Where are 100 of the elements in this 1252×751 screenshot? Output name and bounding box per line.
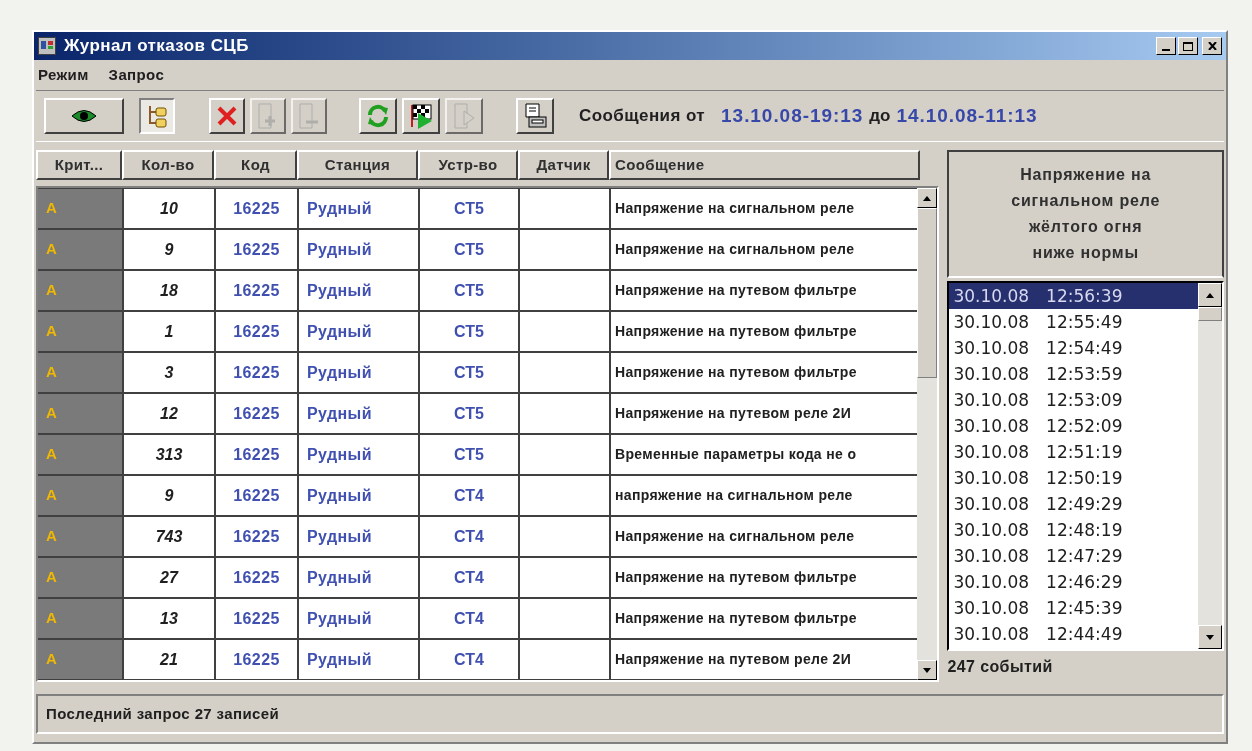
table-cell: СТ5 [420, 230, 518, 269]
event-list-item[interactable]: 30.10.08 12:47:29 [949, 543, 1198, 569]
table-cell: 16225 [216, 189, 297, 228]
event-list-item[interactable]: 30.10.08 12:53:59 [949, 361, 1198, 387]
table-cell: 313 [124, 435, 214, 474]
table-cell: Напряжение на сигнальном реле [611, 517, 918, 556]
table-cell: СТ5 [420, 353, 518, 392]
date-from: 13.10.08-19:13 [721, 103, 864, 128]
table-cell: Рудный [299, 189, 418, 228]
criticality-cell: A [38, 312, 122, 351]
event-list-item[interactable]: 30.10.08 12:44:49 [949, 621, 1198, 647]
table-cell: Напряжение на путевом реле 2И [611, 640, 918, 679]
checkered-flag-play-icon [408, 103, 434, 129]
criticality-cell: A [38, 476, 122, 515]
table-cell: Напряжение на путевом фильтре [611, 599, 918, 638]
column-header[interactable]: Код [214, 150, 297, 180]
scroll-thumb[interactable] [1198, 307, 1222, 321]
cross-icon [216, 105, 238, 127]
column-header[interactable]: Станция [297, 150, 418, 180]
table-cell: 16225 [216, 558, 297, 597]
table-cell: Рудный [299, 394, 418, 433]
table-cell: СТ4 [420, 640, 518, 679]
down-arrow-icon [923, 667, 932, 673]
up-arrow-icon [1206, 292, 1214, 298]
table-cell: 18 [124, 271, 214, 310]
table-cell: 3 [124, 353, 214, 392]
status-text: Последний запрос 27 записей [46, 703, 279, 724]
menu-item[interactable]: Режим [38, 63, 89, 87]
table-cell: 16225 [216, 599, 297, 638]
event-list-item[interactable]: 30.10.08 12:50:19 [949, 465, 1198, 491]
table-cell: 16225 [216, 394, 297, 433]
scrollbar[interactable] [917, 188, 938, 680]
maximize-icon [1183, 41, 1193, 51]
table-cell: 16225 [216, 312, 297, 351]
event-list-item[interactable]: 30.10.08 12:55:49 [949, 309, 1198, 335]
scrollbar[interactable] [1198, 283, 1222, 649]
table-cell: 16225 [216, 476, 297, 515]
table-cell: 13 [124, 599, 214, 638]
close-icon [1207, 42, 1217, 50]
close-button[interactable] [1202, 37, 1222, 55]
event-list-item[interactable]: 30.10.08 12:51:19 [949, 439, 1198, 465]
table-cell: 16225 [216, 435, 297, 474]
range-separator: до [869, 105, 891, 128]
event-list-item[interactable]: 30.10.08 12:52:09 [949, 413, 1198, 439]
down-arrow-icon [1206, 634, 1214, 640]
table-cell: СТ4 [420, 476, 518, 515]
column-header[interactable]: Кол-во [122, 150, 214, 180]
event-list-item[interactable]: 30.10.08 12:54:49 [949, 335, 1198, 361]
table-cell: СТ5 [420, 271, 518, 310]
criticality-cell: A [38, 517, 122, 556]
column-header[interactable]: Датчик [518, 150, 609, 180]
scroll-down-button[interactable] [917, 660, 938, 680]
criticality-cell: A [38, 230, 122, 269]
date-to: 14.10.08-11:13 [896, 103, 1038, 128]
scroll-thumb[interactable] [917, 208, 938, 378]
scroll-down-button[interactable] [1198, 625, 1222, 649]
minimize-icon [1162, 49, 1170, 51]
table-cell: СТ4 [420, 599, 518, 638]
event-list-item[interactable]: 30.10.08 12:53:09 [949, 387, 1198, 413]
scroll-up-button[interactable] [1198, 283, 1222, 307]
eye-icon [71, 109, 97, 123]
refresh-icon [366, 104, 390, 128]
table-cell: Рудный [299, 517, 418, 556]
up-arrow-icon [923, 195, 932, 201]
window-title: Журнал отказов СЦБ [64, 35, 249, 58]
minimize-button[interactable] [1156, 37, 1176, 55]
criticality-cell: A [38, 558, 122, 597]
criticality-cell: A [38, 640, 122, 679]
column-header[interactable]: Сообщение [609, 150, 920, 180]
table-cell: Рудный [299, 558, 418, 597]
column-header[interactable]: Крит... [36, 150, 122, 180]
criticality-cell: A [38, 189, 122, 228]
table-cell: 16225 [216, 271, 297, 310]
event-list-item[interactable]: 30.10.08 12:49:29 [949, 491, 1198, 517]
column-header[interactable]: Устр-во [418, 150, 518, 180]
criticality-cell: A [38, 353, 122, 392]
scroll-up-button[interactable] [917, 188, 938, 208]
event-list-item[interactable]: 30.10.08 12:48:19 [949, 517, 1198, 543]
table-cell: 21 [124, 640, 214, 679]
event-list-item[interactable]: 30.10.08 12:46:29 [949, 569, 1198, 595]
criticality-cell: A [38, 599, 122, 638]
tree-icon [146, 104, 168, 128]
table-cell: Напряжение на путевом фильтре [611, 271, 918, 310]
table-cell: Напряжение на сигнальном реле [611, 230, 918, 269]
maximize-button[interactable] [1178, 37, 1198, 55]
table-cell: Напряжение на путевом реле 2И [611, 394, 918, 433]
table-cell: 1 [124, 312, 214, 351]
event-list-item[interactable]: 30.10.08 12:45:39 [949, 595, 1198, 621]
range-label: Сообщения от [579, 105, 706, 128]
table-cell: напряжение на сигнальном реле [611, 476, 918, 515]
table-cell: 12 [124, 394, 214, 433]
table-cell: СТ5 [420, 435, 518, 474]
event-list-item[interactable]: 30.10.08 12:56:39 [949, 283, 1198, 309]
menu-item[interactable]: Запрос [108, 63, 165, 87]
table-cell: 9 [124, 230, 214, 269]
table-cell: Рудный [299, 476, 418, 515]
table-cell: 743 [124, 517, 214, 556]
table-cell: Рудный [299, 353, 418, 392]
table-cell: 16225 [216, 640, 297, 679]
table-cell: 10 [124, 189, 214, 228]
